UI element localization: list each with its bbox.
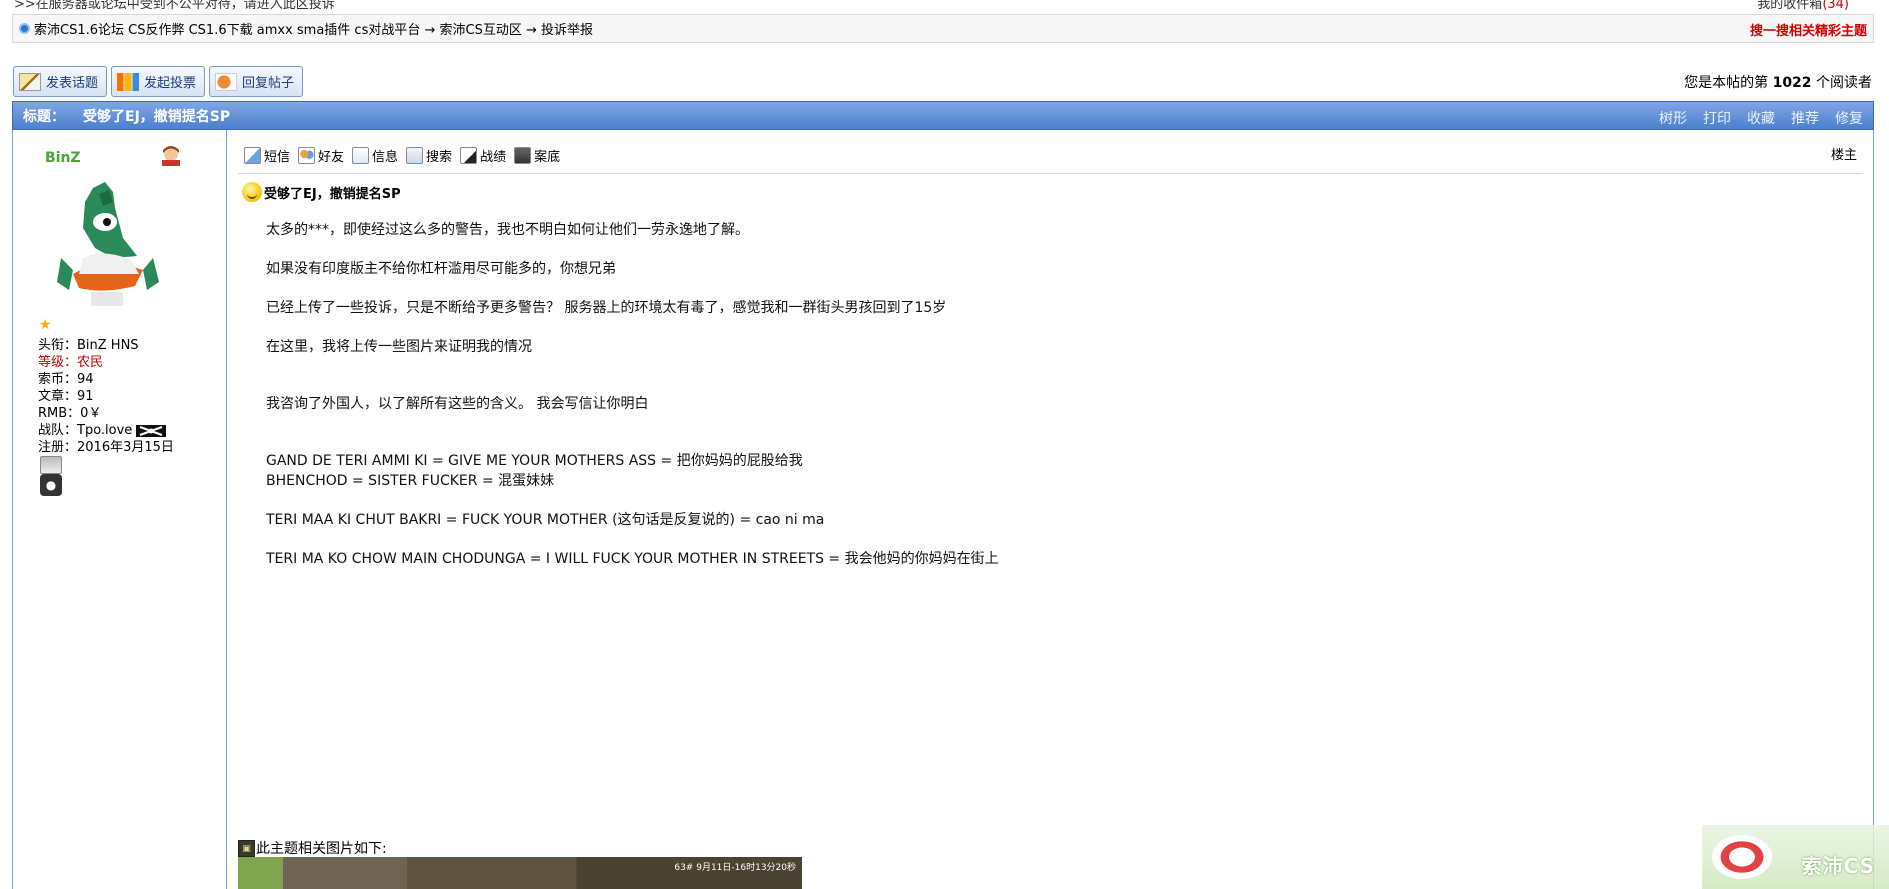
post-title: 受够了EJ，撤销提名SP xyxy=(242,182,401,202)
favorite-link[interactable]: 收藏 xyxy=(1747,108,1775,128)
search-icon xyxy=(406,147,424,164)
message-button[interactable]: 短信 xyxy=(244,146,290,165)
new-topic-button[interactable]: 发表话题 xyxy=(13,66,108,97)
title-links: 树形 打印 收藏 推荐 修复 xyxy=(1659,108,1863,128)
user-team-row: 战队：Tpo.love xyxy=(38,422,174,439)
reader-suffix: 个阅读者 xyxy=(1816,75,1872,91)
new-poll-label: 发起投票 xyxy=(144,76,197,91)
reader-count: 您是本帖的第 1022 个阅读者 xyxy=(1684,72,1872,92)
post-line: 我咨询了外国人，以了解所有这些的含义。 我会写信让你明白 xyxy=(266,396,649,412)
mailbox-link[interactable]: 我的收件箱(34) xyxy=(1757,0,1849,12)
topic-title: 受够了EJ，撤销提名SP xyxy=(83,108,231,125)
add-friend-button[interactable]: 好友 xyxy=(298,146,344,165)
search-label: 搜索 xyxy=(426,150,453,165)
case-icon xyxy=(514,147,532,164)
post-line: 太多的***，即使经过这么多的警告，我也不明白如何让他们一劳永逸地了解。 xyxy=(266,222,749,238)
search-related-link[interactable]: 搜一搜相关精彩主题 xyxy=(1750,20,1867,39)
post-content: 短信 好友 信息 搜索 战绩 案底 楼主 受够了EJ，撤销提名SP 太多的***… xyxy=(228,130,1873,889)
username[interactable]: BinZ xyxy=(45,150,81,166)
record-button[interactable]: 战绩 xyxy=(460,146,506,165)
reader-prefix: 您是本帖的第 xyxy=(1684,75,1769,91)
post-line: TERI MA KO CHOW MAIN CHODUNGA = I WILL F… xyxy=(266,551,999,567)
post-title-text: 受够了EJ，撤销提名SP xyxy=(264,186,401,202)
site-watermark: 索沛CS xyxy=(1702,825,1889,889)
top-notice[interactable]: >>在服务器或论坛中受到不公平对待，请进入此区投诉 xyxy=(14,0,335,12)
post-frame: BinZ ★ 头衔：BinZ HNS 等级：农民 索币：94 文章：91 RMB… xyxy=(12,130,1874,889)
mailbox-count: (34) xyxy=(1822,0,1849,12)
friend-label: 好友 xyxy=(318,150,345,165)
friends-icon xyxy=(298,147,316,164)
attachment-icon: ▣ xyxy=(238,839,255,857)
reply-button[interactable]: 回复帖子 xyxy=(209,66,304,97)
title-label: 标题： xyxy=(23,108,65,125)
post-line: BHENCHOD = SISTER FUCKER = 混蛋妹妹 xyxy=(266,473,555,489)
watermark-text: 索沛CS xyxy=(1801,854,1875,878)
record-label: 战绩 xyxy=(480,150,507,165)
divider xyxy=(238,173,1863,174)
tree-view-link[interactable]: 树形 xyxy=(1659,108,1687,128)
recommend-link[interactable]: 推荐 xyxy=(1791,108,1819,128)
user-registered: 注册：2016年3月15日 xyxy=(38,440,174,455)
smile-icon xyxy=(242,182,262,202)
search-button[interactable]: 搜索 xyxy=(406,146,452,165)
gender-icon xyxy=(162,146,180,166)
reader-number: 1022 xyxy=(1772,75,1812,91)
floor-label: 楼主 xyxy=(1830,148,1857,163)
attachment-label: 此主题相关图片如下: xyxy=(256,841,387,857)
message-label: 短信 xyxy=(264,150,291,165)
user-profile: 头衔：BinZ HNS 等级：农民 索币：94 文章：91 RMB：0￥ 战队：… xyxy=(38,337,174,456)
team-flag-icon xyxy=(136,424,167,437)
post-line: 已经上传了一些投诉，只是不断给予更多警告？ 服务器上的环境太有毒了，感觉我和一群… xyxy=(266,300,947,316)
attachment-image[interactable]: 63# 9月11日-16时13分20秒 xyxy=(238,857,802,889)
case-button[interactable]: 案底 xyxy=(514,146,560,165)
star-icon: ★ xyxy=(39,317,52,333)
case-label: 案底 xyxy=(534,150,561,165)
user-level: 等级：农民 xyxy=(38,355,104,370)
info-button[interactable]: 信息 xyxy=(352,146,398,165)
breadcrumb-text[interactable]: 索沛CS1.6论坛 CS反作弊 CS1.6下载 amxx sma插件 cs对战平… xyxy=(34,19,593,38)
image-timestamp: 63# 9月11日-16时13分20秒 xyxy=(674,863,796,873)
user-sidebar: BinZ ★ 头衔：BinZ HNS 等级：农民 索币：94 文章：91 RMB… xyxy=(13,130,227,889)
reply-icon xyxy=(215,72,238,91)
info-icon xyxy=(352,147,370,164)
print-link[interactable]: 打印 xyxy=(1703,108,1731,128)
mailbox-label: 我的收件箱 xyxy=(1757,0,1823,12)
post-line: 在这里，我将上传一些图片来证明我的情况 xyxy=(266,339,532,355)
bullet-icon xyxy=(19,23,30,34)
user-team: 战队：Tpo.love xyxy=(38,423,133,438)
rank-badge-icon: ● xyxy=(40,474,62,496)
user-posts: 文章：91 xyxy=(38,389,94,404)
reply-label: 回复帖子 xyxy=(242,76,295,91)
avatar[interactable] xyxy=(43,178,171,310)
action-buttons: 发表话题 发起投票 回复帖子 xyxy=(13,66,304,97)
post-line: TERI MAA KI CHUT BAKRI = FUCK YOUR MOTHE… xyxy=(266,512,825,528)
user-coins: 索币：94 xyxy=(38,372,94,387)
new-poll-button[interactable]: 发起投票 xyxy=(111,66,206,97)
info-label: 信息 xyxy=(372,150,399,165)
user-title: 头衔：BinZ HNS xyxy=(38,338,139,353)
breadcrumb: 索沛CS1.6论坛 CS反作弊 CS1.6下载 amxx sma插件 cs对战平… xyxy=(12,14,1874,43)
repair-link[interactable]: 修复 xyxy=(1835,108,1863,128)
message-icon xyxy=(244,147,261,164)
new-topic-icon xyxy=(19,72,41,91)
new-topic-label: 发表话题 xyxy=(46,76,99,91)
watermark-logo-icon xyxy=(1712,835,1772,879)
user-rmb: RMB：0￥ xyxy=(38,406,102,421)
medal-icon xyxy=(40,456,62,474)
post-line: GAND DE TERI AMMI KI = GIVE ME YOUR MOTH… xyxy=(266,453,803,469)
topic-titlebar: 标题： 受够了EJ，撤销提名SP 树形 打印 收藏 推荐 修复 xyxy=(12,101,1874,130)
record-icon xyxy=(460,147,478,164)
attachment-header: ▣ 此主题相关图片如下: xyxy=(238,838,387,858)
user-actions: 短信 好友 信息 搜索 战绩 案底 xyxy=(244,146,560,165)
post-line: 如果没有印度版主不给你杠杆滥用尽可能多的，你想兄弟 xyxy=(266,261,616,277)
poll-icon xyxy=(117,72,140,91)
